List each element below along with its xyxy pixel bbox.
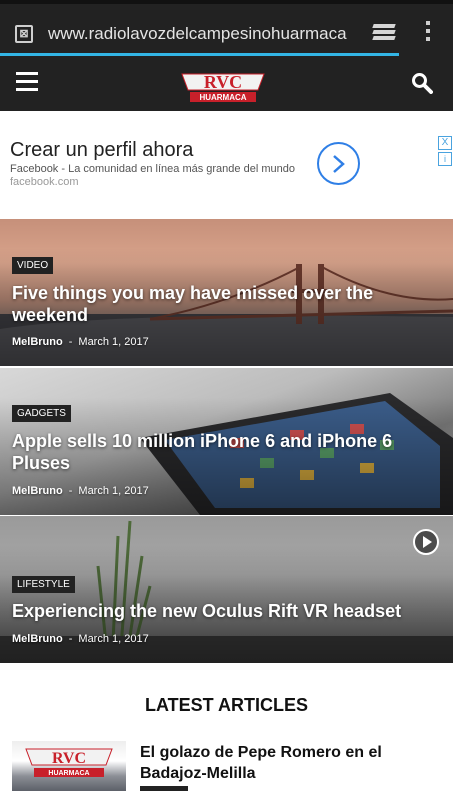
post-date: March 1, 2017 bbox=[78, 633, 149, 645]
article-category-badge[interactable] bbox=[140, 786, 188, 791]
ad-open-button[interactable] bbox=[317, 142, 360, 185]
ad-close-icon[interactable]: X bbox=[438, 136, 452, 150]
search-icon[interactable] bbox=[411, 72, 433, 94]
featured-post[interactable]: LIFESTYLE Experiencing the new Oculus Ri… bbox=[0, 516, 453, 663]
latest-articles-section: LATEST ARTICLES RVC HUARMACA El golazo d… bbox=[0, 663, 453, 791]
featured-post[interactable]: VIDEO Five things you may have missed ov… bbox=[0, 219, 453, 366]
logo-subtext: HUARMACA bbox=[199, 93, 246, 102]
site-logo[interactable]: RVC HUARMACA bbox=[178, 64, 268, 104]
post-category-badge[interactable]: LIFESTYLE bbox=[12, 576, 75, 593]
post-title[interactable]: Experiencing the new Oculus Rift VR head… bbox=[12, 600, 403, 622]
url-field[interactable]: www.radiolavozdelcampesinohuarmaca bbox=[48, 24, 358, 44]
site-header: RVC HUARMACA bbox=[0, 56, 453, 111]
post-date: March 1, 2017 bbox=[78, 336, 149, 348]
post-date: March 1, 2017 bbox=[78, 485, 149, 497]
ad-subtitle: Facebook - La comunidad en línea más gra… bbox=[10, 163, 295, 175]
play-icon[interactable] bbox=[413, 529, 439, 555]
thumbnail-logo-subtext: HUARMACA bbox=[48, 770, 89, 777]
chevron-right-icon bbox=[333, 155, 345, 173]
post-author[interactable]: MelBruno bbox=[12, 336, 63, 348]
post-category-badge[interactable]: GADGETS bbox=[12, 405, 71, 422]
ad-banner[interactable]: Crear un perfil ahora Facebook - La comu… bbox=[0, 111, 453, 219]
ad-title[interactable]: Crear un perfil ahora bbox=[10, 139, 193, 162]
overflow-menu-icon[interactable] bbox=[426, 21, 432, 45]
post-meta: MelBruno - March 1, 2017 bbox=[12, 485, 149, 497]
browser-toolbar: ⊠ www.radiolavozdelcampesinohuarmaca bbox=[0, 0, 453, 56]
ad-domain: facebook.com bbox=[10, 176, 79, 188]
article-title[interactable]: El golazo de Pepe Romero en el Badajoz-M… bbox=[140, 742, 445, 784]
tabs-icon[interactable] bbox=[372, 24, 396, 44]
post-author[interactable]: MelBruno bbox=[12, 633, 63, 645]
post-author[interactable]: MelBruno bbox=[12, 485, 63, 497]
section-heading: LATEST ARTICLES bbox=[145, 695, 308, 715]
post-meta: MelBruno - March 1, 2017 bbox=[12, 633, 149, 645]
ad-info-icon[interactable]: i bbox=[438, 152, 452, 166]
featured-post[interactable]: GADGETS Apple sells 10 million iPhone 6 … bbox=[0, 368, 453, 515]
post-category-badge[interactable]: VIDEO bbox=[12, 257, 54, 274]
post-title[interactable]: Apple sells 10 million iPhone 6 and iPho… bbox=[12, 430, 403, 474]
hamburger-menu-icon[interactable] bbox=[16, 72, 38, 92]
post-title[interactable]: Five things you may have missed over the… bbox=[12, 282, 403, 326]
site-info-icon[interactable]: ⊠ bbox=[15, 25, 33, 43]
post-meta: MelBruno - March 1, 2017 bbox=[12, 336, 149, 348]
article-thumbnail[interactable]: RVC HUARMACA bbox=[12, 741, 126, 791]
thumbnail-logo-text: RVC bbox=[52, 750, 86, 767]
logo-text: RVC bbox=[204, 72, 242, 92]
